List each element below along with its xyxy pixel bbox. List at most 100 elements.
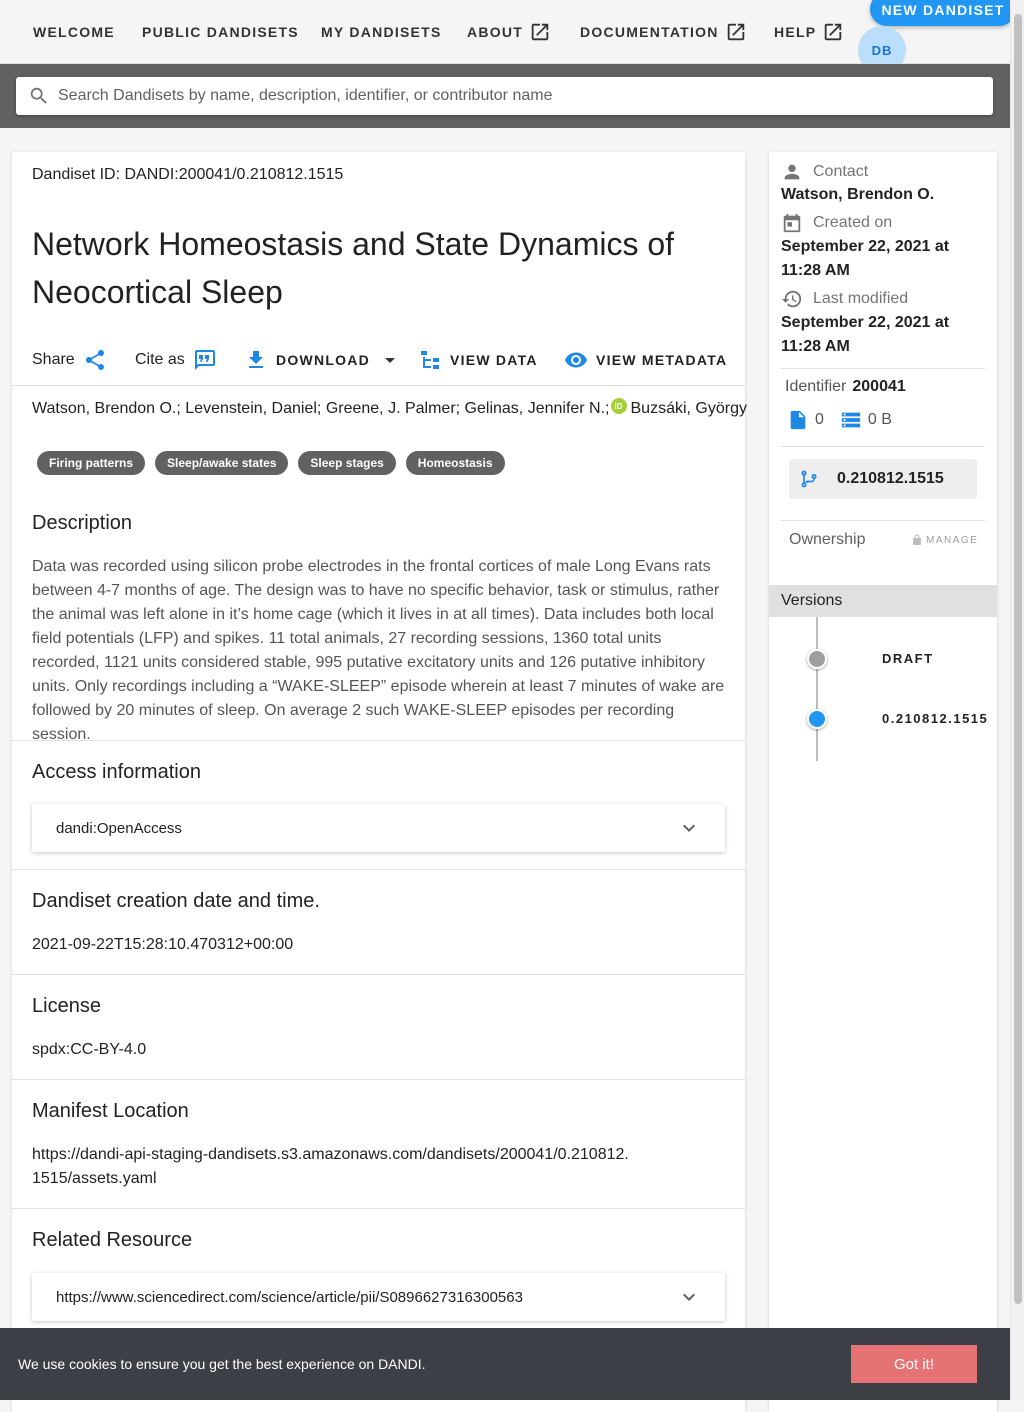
action-bar: Share Cite as DOWNLOAD VIEW DATA VIEW ME… (12, 344, 745, 386)
file-icon (787, 409, 809, 431)
caret-down-icon (378, 348, 402, 372)
nav-help-label: HELP (774, 24, 817, 40)
description-text: Data was recorded using silicon probe el… (32, 558, 725, 743)
nav-documentation-label: DOCUMENTATION (580, 24, 719, 40)
versions-heading: Versions (769, 585, 997, 617)
contact-value: Watson, Brendon O. (781, 186, 935, 203)
share-icon (83, 348, 107, 372)
divider (12, 1079, 745, 1080)
access-value: dandi:OpenAccess (56, 819, 182, 837)
download-label: DOWNLOAD (276, 352, 370, 368)
person-icon (781, 161, 803, 183)
nav-documentation[interactable]: DOCUMENTATION (580, 20, 747, 44)
page-scrollbar[interactable] (1010, 0, 1024, 1400)
dandiset-main-card: Dandiset ID: DANDI:200041/0.210812.1515 … (12, 152, 747, 1412)
asset-stats: 0 0 B (787, 409, 892, 431)
access-heading: Access information (32, 761, 201, 783)
identifier-row: Identifier 200041 (785, 378, 906, 396)
chevron-down-icon (677, 816, 701, 840)
identifier-value: 200041 (852, 378, 906, 395)
download-button[interactable]: DOWNLOAD (244, 344, 402, 376)
nav-about[interactable]: ABOUT (467, 20, 551, 44)
cookie-message: We use cookies to ensure you get the bes… (18, 1356, 426, 1372)
contributor-list: Watson, Brendon O.; Levenstein, Daniel; … (32, 398, 747, 418)
view-data-button[interactable]: VIEW DATA (418, 344, 538, 376)
share-label: Share (32, 351, 75, 368)
keyword-chip: Firing patterns (37, 451, 146, 475)
nav-my-dandisets-label: MY DANDISETS (321, 24, 442, 40)
contact-label: Contact (813, 163, 869, 180)
keyword-chip: Sleep stages (298, 451, 396, 475)
storage-icon (840, 409, 862, 431)
new-dandiset-button[interactable]: NEW DANDISET (870, 0, 1016, 26)
calendar-icon (781, 212, 803, 234)
version-published-link[interactable]: 0.210812.1515 (882, 711, 988, 726)
cookie-banner: We use cookies to ensure you get the bes… (0, 1328, 1010, 1400)
nav-my-dandisets[interactable]: MY DANDISETS (321, 20, 442, 44)
search-input[interactable] (56, 77, 993, 115)
divider (12, 974, 745, 975)
modified-label: Last modified (813, 290, 909, 307)
related-resource-expander[interactable]: https://www.sciencedirect.com/science/ar… (32, 1273, 725, 1321)
divider (781, 520, 985, 521)
share-button[interactable]: Share (32, 344, 107, 376)
source-branch-icon (799, 469, 819, 489)
divider (12, 385, 745, 386)
contributor: Greene, J. Palmer; (325, 400, 461, 417)
history-icon (781, 288, 803, 310)
creation-value: 2021-09-22T15:28:10.470312+00:00 (32, 936, 294, 953)
contributor: Gelinas, Jennifer N.; (464, 400, 610, 417)
orcid-icon[interactable]: iD (610, 398, 627, 414)
nav-public-dandisets-label: PUBLIC DANDISETS (142, 24, 299, 40)
divider (781, 446, 985, 447)
contributor: Buzsáki, György (630, 400, 747, 417)
scrollbar-thumb[interactable] (1014, 14, 1022, 1304)
nav-public-dandisets[interactable]: PUBLIC DANDISETS (142, 20, 299, 44)
identifier-label: Identifier (785, 378, 847, 395)
open-in-new-icon (822, 21, 844, 43)
search-icon (16, 85, 56, 107)
version-dot (807, 649, 827, 669)
created-label: Created on (813, 214, 893, 231)
search-box (16, 77, 993, 115)
format-quote-icon (193, 348, 217, 372)
manage-label: MANAGE (926, 534, 979, 546)
nav-help[interactable]: HELP (774, 20, 844, 44)
contributor: Levenstein, Daniel; (185, 400, 322, 417)
contributor: Watson, Brendon O.; (32, 400, 181, 417)
version-dot (807, 709, 827, 729)
manifest-heading: Manifest Location (32, 1100, 189, 1122)
open-in-new-icon (529, 21, 551, 43)
chevron-down-icon (677, 1285, 701, 1309)
download-icon (244, 348, 268, 372)
contact-row: Contact (781, 161, 868, 183)
view-metadata-label: VIEW METADATA (596, 352, 728, 368)
file-tree-icon (418, 348, 442, 372)
description-heading: Description (32, 512, 133, 534)
cookie-accept-button[interactable]: Got it! (851, 1345, 977, 1383)
nav-welcome-label: WELCOME (33, 24, 115, 40)
nav-welcome[interactable]: WELCOME (33, 20, 115, 44)
modified-value: September 22, 2021 at 11:28 AM (781, 314, 950, 355)
dandiset-id: Dandiset ID: DANDI:200041/0.210812.1515 (32, 166, 344, 183)
ownership-label: Ownership (789, 531, 866, 548)
keyword-chips: Firing patterns Sleep/awake states Sleep… (37, 451, 505, 475)
open-in-new-icon (725, 21, 747, 43)
cite-as-button[interactable]: Cite as (135, 344, 217, 376)
file-count: 0 (815, 411, 824, 428)
access-expander[interactable]: dandi:OpenAccess (32, 804, 725, 852)
created-value: September 22, 2021 at 11:28 AM (781, 238, 950, 279)
divider (781, 368, 985, 369)
related-resource-value: https://www.sciencedirect.com/science/ar… (56, 1288, 523, 1306)
nav-about-label: ABOUT (467, 24, 524, 40)
version-draft-link[interactable]: DRAFT (882, 651, 934, 666)
manage-owners-button[interactable]: MANAGE (911, 534, 978, 546)
view-metadata-button[interactable]: VIEW METADATA (564, 344, 727, 376)
current-version-button[interactable]: 0.210812.1515 (789, 459, 977, 499)
dandiset-sidebar: Contact Watson, Brendon O. Created on Se… (769, 152, 997, 1412)
current-version-label: 0.210812.1515 (837, 470, 944, 487)
version-timeline (816, 617, 818, 761)
divider (12, 740, 745, 741)
creation-heading: Dandiset creation date and time. (32, 890, 320, 912)
search-band (0, 64, 1010, 128)
